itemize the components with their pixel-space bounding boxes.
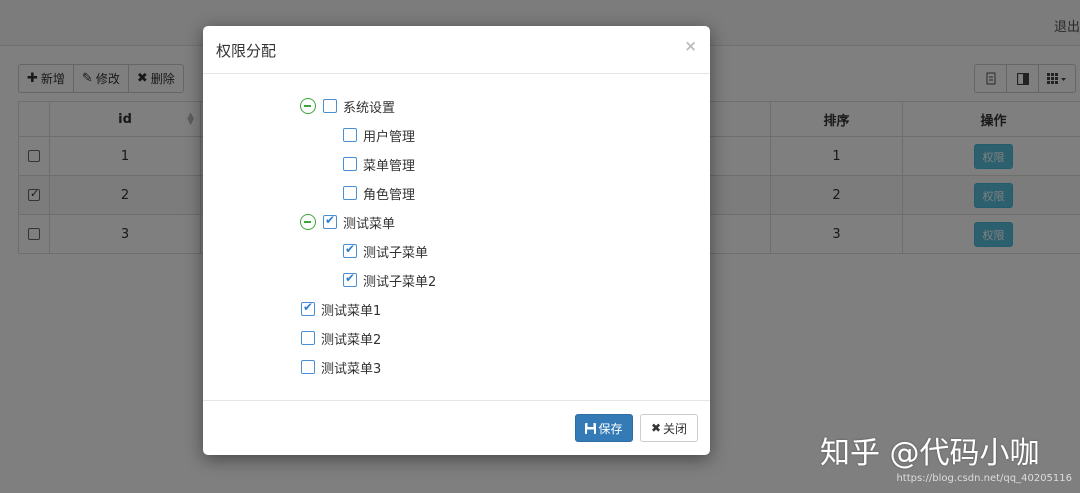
tree-node-checkbox[interactable] — [301, 300, 315, 316]
tree-node[interactable]: 测试子菜单2 — [343, 270, 436, 290]
collapse-toggle-icon[interactable] — [300, 98, 316, 114]
tree-node-checkbox[interactable] — [301, 331, 315, 345]
tree-node-checkbox[interactable] — [323, 213, 337, 229]
tree-node-label: 用户管理 — [363, 129, 416, 145]
tree-node-checkbox[interactable] — [323, 99, 337, 113]
tree-node[interactable]: 测试菜单1 — [301, 299, 381, 319]
floppy-disk-icon — [585, 422, 597, 434]
modal-footer: 保存 ✖ 关闭 — [203, 400, 710, 455]
tree-node-label: 测试菜单1 — [321, 303, 382, 319]
tree-node-checkbox[interactable] — [343, 242, 357, 258]
modal-header: 权限分配 × — [203, 26, 710, 74]
tree-node-checkbox[interactable] — [343, 157, 357, 171]
close-button-label: 关闭 — [663, 421, 688, 436]
modal-title: 权限分配 — [216, 42, 277, 60]
tree-node-label: 测试菜单3 — [321, 361, 382, 377]
watermark-brand: 知乎 @代码小咖 — [820, 436, 1040, 471]
save-button[interactable]: 保存 — [575, 414, 633, 442]
tree-node-label: 角色管理 — [363, 187, 416, 203]
x-icon: ✖ — [650, 421, 662, 435]
tree-node-checkbox[interactable] — [343, 186, 357, 200]
permission-modal: 权限分配 × 系统设置用户管理菜单管理角色管理测试菜单测试子菜单测试子菜单2 测试… — [203, 26, 710, 455]
tree-node-checkbox[interactable] — [343, 271, 357, 287]
tree-node-checkbox[interactable] — [301, 360, 315, 374]
close-button[interactable]: ✖ 关闭 — [640, 414, 698, 442]
tree-node[interactable]: 测试菜单3 — [301, 357, 381, 377]
save-button-label: 保存 — [598, 421, 623, 436]
tree-node-label: 系统设置 — [343, 100, 396, 116]
tree-node[interactable]: 测试子菜单 — [343, 241, 428, 261]
tree-node-label: 菜单管理 — [363, 158, 416, 174]
tree-node[interactable]: 角色管理 — [343, 183, 415, 203]
collapse-toggle-icon[interactable] — [300, 214, 316, 230]
tree-node-label: 测试菜单2 — [321, 332, 382, 348]
tree-node[interactable]: 菜单管理 — [343, 154, 415, 174]
tree-node-label: 测试菜单 — [343, 216, 396, 232]
tree-node-checkbox[interactable] — [343, 128, 357, 142]
tree-node[interactable]: 测试菜单2 — [301, 328, 381, 348]
modal-close-icon[interactable]: × — [684, 37, 697, 55]
tree-node[interactable]: 系统设置 — [323, 96, 395, 116]
tree-node-label: 测试子菜单 — [363, 245, 429, 261]
tree-node-label: 测试子菜单2 — [363, 274, 437, 290]
watermark-url: https://blog.csdn.net/qq_40205116 — [896, 473, 1072, 484]
tree-node[interactable]: 用户管理 — [343, 125, 415, 145]
tree-node[interactable]: 测试菜单 — [323, 212, 395, 232]
